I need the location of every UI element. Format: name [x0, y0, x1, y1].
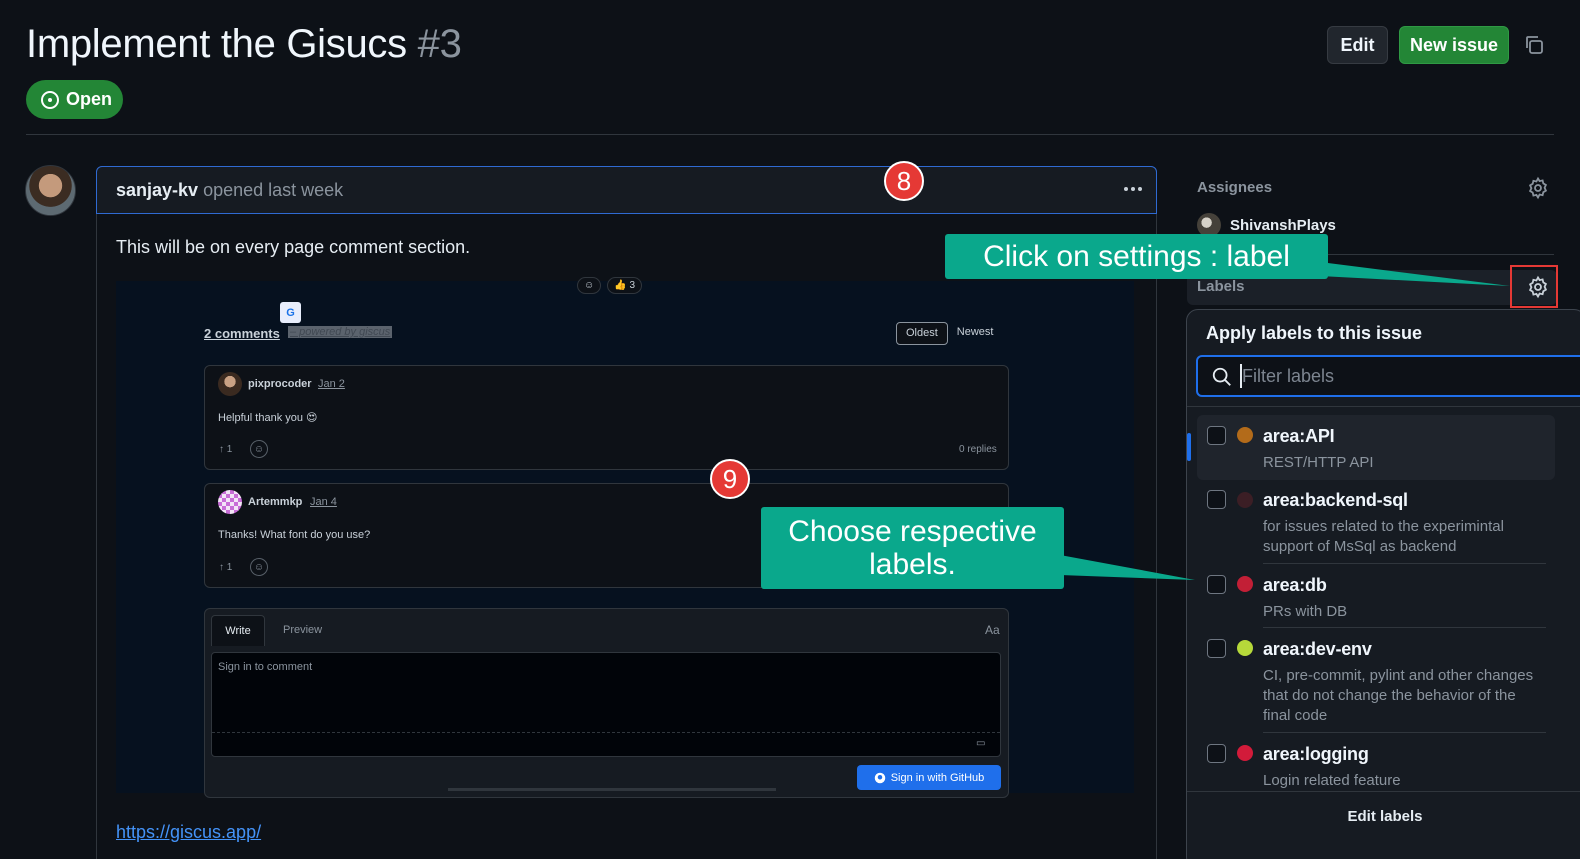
avatar[interactable]	[25, 165, 76, 216]
assignees-gear-icon[interactable]	[1526, 176, 1550, 200]
label-color-dot	[1237, 492, 1253, 508]
embed-scrollbar	[448, 788, 776, 791]
embed-tab-write: Write	[211, 615, 265, 646]
comment-options-icon[interactable]	[1120, 177, 1146, 201]
embed-replies-count: 0 replies	[959, 444, 997, 455]
label-item-name[interactable]: area:dev-env	[1263, 639, 1372, 660]
text-caret	[1240, 364, 1242, 388]
label-color-dot	[1237, 745, 1253, 761]
markdown-icon: ▭	[976, 738, 986, 749]
label-item-desc: CI, pre-commit, pylint and other changes…	[1263, 667, 1534, 724]
edit-labels-link[interactable]: Edit labels	[1187, 808, 1580, 825]
callout-settings-label: Click on settings : label	[945, 234, 1328, 279]
embed-upvote: ↑ 1	[219, 562, 233, 573]
embed-dashed-line	[212, 732, 1000, 733]
labels-dropdown-title: Apply labels to this issue	[1206, 323, 1423, 343]
embed-comment-date: Jan 4	[310, 496, 337, 508]
label-color-dot	[1237, 427, 1253, 443]
embed-tab-preview: Preview	[283, 624, 323, 636]
embed-sort-toggle: Oldest Newest	[896, 322, 1002, 345]
assignees-heading: Assignees	[1197, 179, 1273, 196]
label-item-name[interactable]: area:API	[1263, 426, 1335, 447]
embed-add-reaction-icon: ☺	[577, 277, 602, 294]
label-checkbox[interactable]	[1207, 490, 1226, 509]
label-checkbox[interactable]	[1207, 426, 1226, 445]
label-separator	[1263, 732, 1546, 733]
issue-open-icon	[41, 90, 59, 109]
embed-reaction-count: 3	[629, 280, 636, 291]
embed-signin-button: Sign in with GitHub	[857, 765, 1001, 790]
embed-upvote: ↑ 1	[219, 444, 233, 455]
dropdown-footer-line	[1187, 791, 1580, 792]
embed-reactions: ☺ 👍 3	[577, 277, 643, 296]
embed-emoji-icon: ☺	[250, 558, 268, 576]
edit-button[interactable]: Edit	[1327, 26, 1388, 64]
embed-comments-count: 2 comments	[204, 326, 280, 341]
label-item-name[interactable]: area:db	[1263, 575, 1327, 596]
copy-icon[interactable]	[1522, 33, 1546, 57]
translate-icon: G	[280, 302, 301, 323]
label-item-desc: for issues related to the experimintal s…	[1263, 518, 1504, 555]
comment-body: This will be on every page comment secti…	[116, 237, 471, 257]
embed-font-toggle: Aa	[985, 623, 1000, 637]
embed-avatar	[218, 490, 242, 514]
label-separator	[1263, 627, 1546, 628]
label-color-dot	[1237, 576, 1253, 592]
giscus-link[interactable]: https://giscus.app/	[116, 822, 261, 843]
gear-highlight-box	[1510, 265, 1558, 308]
comment-header: sanjay-kv opened last week	[96, 166, 1157, 214]
embed-powered-by: – powered by giscus	[288, 326, 393, 338]
embed-comment-author: pixprocoder	[248, 378, 312, 390]
embed-thumbs-reaction: 👍 3	[607, 277, 643, 294]
label-item-desc: REST/HTTP API	[1263, 454, 1374, 471]
github-icon	[874, 772, 885, 783]
embed-emoji-icon: ☺	[250, 440, 268, 458]
issue-title: Implement the Gisucs #3	[26, 22, 462, 67]
embed-placeholder: Sign in to comment	[218, 661, 313, 673]
label-checkbox[interactable]	[1207, 744, 1226, 763]
label-item-name[interactable]: area:logging	[1263, 744, 1369, 765]
status-badge: Open	[26, 80, 123, 119]
issue-title-text: Implement the Gisucs	[26, 22, 407, 66]
step-8-badge: 8	[884, 161, 924, 201]
label-separator	[1263, 563, 1546, 564]
embed-signin-label: Sign in with GitHub	[890, 771, 985, 784]
filter-labels-placeholder: Filter labels	[1242, 366, 1335, 386]
label-color-dot	[1237, 640, 1253, 656]
embed-sort-oldest: Oldest	[896, 322, 948, 345]
embed-textarea	[211, 652, 1001, 757]
dropdown-separator	[1187, 406, 1580, 407]
assignee-name[interactable]: ShivanshPlays	[1230, 217, 1336, 234]
status-label: Open	[66, 89, 113, 109]
label-item-name[interactable]: area:backend-sql	[1263, 490, 1408, 511]
embed-sort-newest: Newest	[956, 326, 994, 338]
comment-author[interactable]: sanjay-kv	[116, 180, 198, 201]
embed-comment-author: Artemmkp	[248, 496, 303, 508]
callout-choose-labels: Choose respective labels.	[761, 507, 1064, 589]
embed-comment-text: Helpful thank you 😍	[218, 412, 318, 424]
header-divider	[26, 134, 1554, 135]
issue-number: #3	[417, 22, 462, 66]
new-issue-button[interactable]: New issue	[1399, 26, 1509, 64]
embed-avatar	[218, 372, 242, 396]
comment-meta: opened last week	[203, 179, 344, 200]
step-9-badge: 9	[710, 459, 750, 499]
label-item-desc: Login related feature	[1263, 772, 1401, 789]
label-item-desc: PRs with DB	[1263, 603, 1348, 620]
labels-heading: Labels	[1197, 278, 1245, 295]
active-indicator	[1187, 433, 1191, 461]
label-checkbox[interactable]	[1207, 639, 1226, 658]
label-checkbox[interactable]	[1207, 575, 1226, 594]
embed-comment-date: Jan 2	[318, 378, 345, 390]
embed-comment-text: Thanks! What font do you use?	[218, 529, 371, 541]
search-icon	[1212, 367, 1231, 386]
